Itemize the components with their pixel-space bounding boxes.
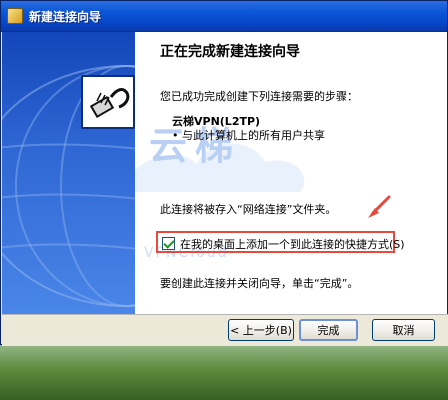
back-button[interactable]: < 上一步(B) <box>228 319 294 341</box>
folder-note: 此连接将被存入“网络连接”文件夹。 <box>160 203 337 216</box>
desktop-shortcut-label[interactable]: 在我的桌面上添加一个到此连接的快捷方式(S) <box>180 236 405 252</box>
share-bullet: • 与此计算机上的所有用户共享 <box>172 129 325 142</box>
network-folder-icon <box>7 8 23 24</box>
red-arrow-icon <box>368 195 391 218</box>
window-title: 新建连接向导 <box>29 10 102 24</box>
desktop-shortcut-checkbox-row[interactable]: 在我的桌面上添加一个到此连接的快捷方式(S) <box>156 231 405 253</box>
titlebar[interactable]: 新建连接向导 <box>1 1 447 32</box>
new-connection-wizard-window: 新建连接向导 云梯 VPNCloud 正在完成新建连接向导 您已成功完成创建下列… <box>0 0 448 346</box>
cancel-button[interactable]: 取消 <box>372 319 435 341</box>
network-cable-icon <box>81 75 135 129</box>
watermark-cloud-graphic <box>135 143 305 192</box>
finish-button[interactable]: 完成 <box>299 319 358 341</box>
page-title: 正在完成新建连接向导 <box>160 44 300 60</box>
intro-text: 您已成功完成创建下列连接需要的步骤： <box>160 90 358 103</box>
finish-note: 要创建此连接并关闭向导，单击“完成”。 <box>160 277 359 290</box>
wizard-left-banner <box>2 32 135 314</box>
desktop-shortcut-checkbox[interactable] <box>162 237 175 250</box>
